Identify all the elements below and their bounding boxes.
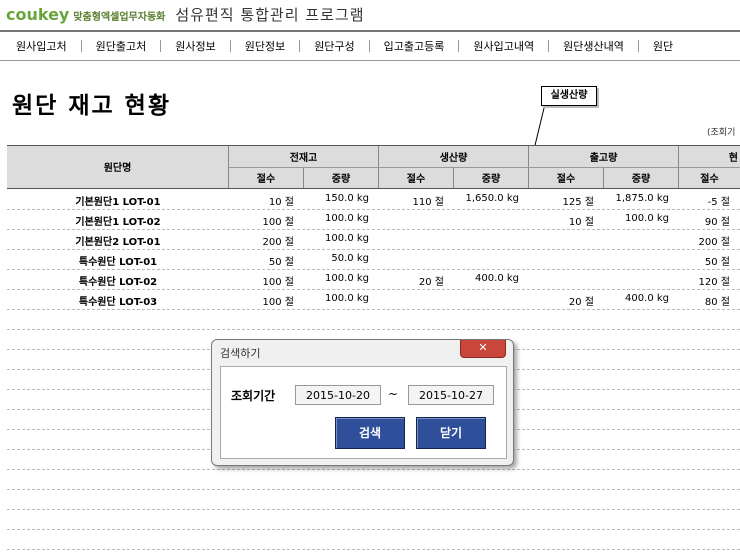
prev-wt-cell: 100.0 kg [325, 273, 369, 284]
table-row: 기본원단1 LOT-01 10 절 150.0 kg 110 절 1,650.0 kg 1… [7, 189, 740, 209]
fabric-name-cell: 특수원단 LOT-01 [78, 257, 158, 268]
header-divider [0, 30, 740, 32]
prev-cnt-cell: 100 절 [262, 297, 294, 308]
nav-item-fabric-composition[interactable]: 원단구성 [300, 38, 368, 54]
prev-cnt-cell: 10 절 [268, 197, 294, 208]
table-row: 기본원단2 LOT-01 200 절 100.0 kg 200 절 [7, 229, 740, 249]
brand-bar: coukey 맞춤형엑셀업무자동화 섬유편직 통합관리 프로그램 [6, 4, 365, 28]
fabric-name-cell: 특수원단 LOT-03 [78, 297, 158, 308]
out-wt-cell: 100.0 kg [625, 213, 669, 224]
group-header-production: 생산량 [379, 145, 529, 167]
sub-header-count: 절수 [229, 167, 304, 188]
row-gridline [7, 549, 740, 550]
nav-item-yarn-receipt-history[interactable]: 원사입고내역 [459, 38, 548, 54]
out-wt-cell: 1,875.0 kg [615, 193, 670, 204]
cur-cnt-cell: 200 절 [698, 237, 730, 248]
prev-wt-cell: 50.0 kg [331, 253, 369, 264]
out-cnt-cell: 125 절 [562, 197, 594, 208]
dialog-body: 조회기간 ~ 검색 닫기 [220, 366, 507, 459]
row-gridline [7, 209, 740, 210]
col-header-fabric-name: 원단명 [7, 145, 229, 188]
period-label: 조회기간 [231, 389, 276, 403]
cur-cnt-cell: -5 절 [707, 197, 730, 208]
callout-note: 실생산량 [541, 86, 597, 106]
nav-item-in-out-register[interactable]: 입고출고등록 [370, 38, 459, 54]
sub-header-weight: 중량 [604, 167, 679, 188]
out-cnt-cell: 10 절 [568, 217, 594, 228]
close-icon[interactable]: ✕ [460, 340, 506, 358]
app-title: 섬유편직 통합관리 프로그램 [175, 6, 365, 24]
page-title: 원단 재고 현황 [12, 93, 171, 119]
group-header-prev-stock: 전재고 [229, 145, 379, 167]
prev-wt-cell: 150.0 kg [325, 193, 369, 204]
dialog-title: 검색하기 [220, 347, 261, 360]
row-gridline [7, 469, 740, 470]
row-gridline [7, 309, 740, 310]
prev-cnt-cell: 200 절 [262, 237, 294, 248]
row-gridline [7, 489, 740, 490]
nav-item-fabric-customer[interactable]: 원단출고처 [82, 38, 161, 54]
row-gridline [7, 289, 740, 290]
date-range-separator: ~ [388, 387, 399, 401]
prev-cnt-cell: 100 절 [262, 277, 294, 288]
group-header-shipment: 출고량 [529, 145, 679, 167]
brand-tagline: 맞춤형엑셀업무자동화 [73, 12, 166, 23]
prod-wt-cell: 400.0 kg [475, 273, 519, 284]
row-gridline [7, 269, 740, 270]
search-button[interactable]: 검색 [335, 417, 405, 449]
end-date-field[interactable] [408, 385, 494, 405]
fabric-name-cell: 기본원단1 LOT-01 [75, 197, 161, 208]
cur-cnt-cell: 90 절 [704, 217, 730, 228]
table-row: 특수원단 LOT-02 100 절 100.0 kg 20 절 400.0 kg 120 … [7, 269, 740, 289]
start-date-field[interactable] [295, 385, 381, 405]
nav-item-yarn-info[interactable]: 원사정보 [161, 38, 229, 54]
brand-logo: coukey [6, 5, 70, 24]
prod-wt-cell: 1,650.0 kg [465, 193, 520, 204]
prod-cnt-cell: 20 절 [418, 277, 444, 288]
fabric-name-cell: 기본원단1 LOT-02 [75, 217, 161, 228]
main-nav: 원사입고처 원단출고처 원사정보 원단정보 원단구성 입고출고등록 원사입고내역… [0, 33, 740, 59]
prod-cnt-cell: 110 절 [412, 197, 444, 208]
table-border [7, 145, 740, 146]
row-gridline [7, 329, 740, 330]
sub-header-weight: 중량 [304, 167, 379, 188]
cur-cnt-cell: 120 절 [698, 277, 730, 288]
fabric-name-cell: 특수원단 LOT-02 [78, 277, 158, 288]
sub-header-count: 절수 [679, 167, 740, 188]
row-gridline [7, 509, 740, 510]
prev-wt-cell: 100.0 kg [325, 293, 369, 304]
row-gridline [7, 249, 740, 250]
sub-header-count: 절수 [529, 167, 604, 188]
row-gridline [7, 529, 740, 530]
cur-cnt-cell: 80 절 [704, 297, 730, 308]
table-row: 특수원단 LOT-03 100 절 100.0 kg 20 절 400.0 kg 80 절 [7, 289, 740, 309]
sub-header-count: 절수 [379, 167, 454, 188]
sub-header-weight: 중량 [454, 167, 529, 188]
nav-item-yarn-supplier[interactable]: 원사입고처 [0, 38, 81, 54]
prev-cnt-cell: 100 절 [262, 217, 294, 228]
search-dialog: 검색하기 ✕ 조회기간 ~ 검색 닫기 [211, 339, 514, 466]
prev-cnt-cell: 50 절 [268, 257, 294, 268]
nav-item-fabric-info[interactable]: 원단정보 [231, 38, 299, 54]
prev-wt-cell: 100.0 kg [325, 213, 369, 224]
nav-item-fabric-production-history[interactable]: 원단생산내역 [549, 38, 638, 54]
group-header-current: 현 [679, 145, 740, 167]
nav-item-fabric-more[interactable]: 원단 [639, 38, 687, 54]
cur-cnt-cell: 50 절 [704, 257, 730, 268]
prev-wt-cell: 100.0 kg [325, 233, 369, 244]
out-wt-cell: 400.0 kg [625, 293, 669, 304]
fabric-name-cell: 기본원단2 LOT-01 [75, 237, 161, 248]
row-gridline [7, 229, 740, 230]
nav-divider [0, 60, 740, 61]
table-row: 특수원단 LOT-01 50 절 50.0 kg 50 절 [7, 249, 740, 269]
close-button[interactable]: 닫기 [416, 417, 486, 449]
table-row: 기본원단1 LOT-02 100 절 100.0 kg 10 절 100.0 kg 90 … [7, 209, 740, 229]
table-border [229, 167, 740, 168]
range-label: (조회기 [707, 128, 736, 138]
out-cnt-cell: 20 절 [568, 297, 594, 308]
